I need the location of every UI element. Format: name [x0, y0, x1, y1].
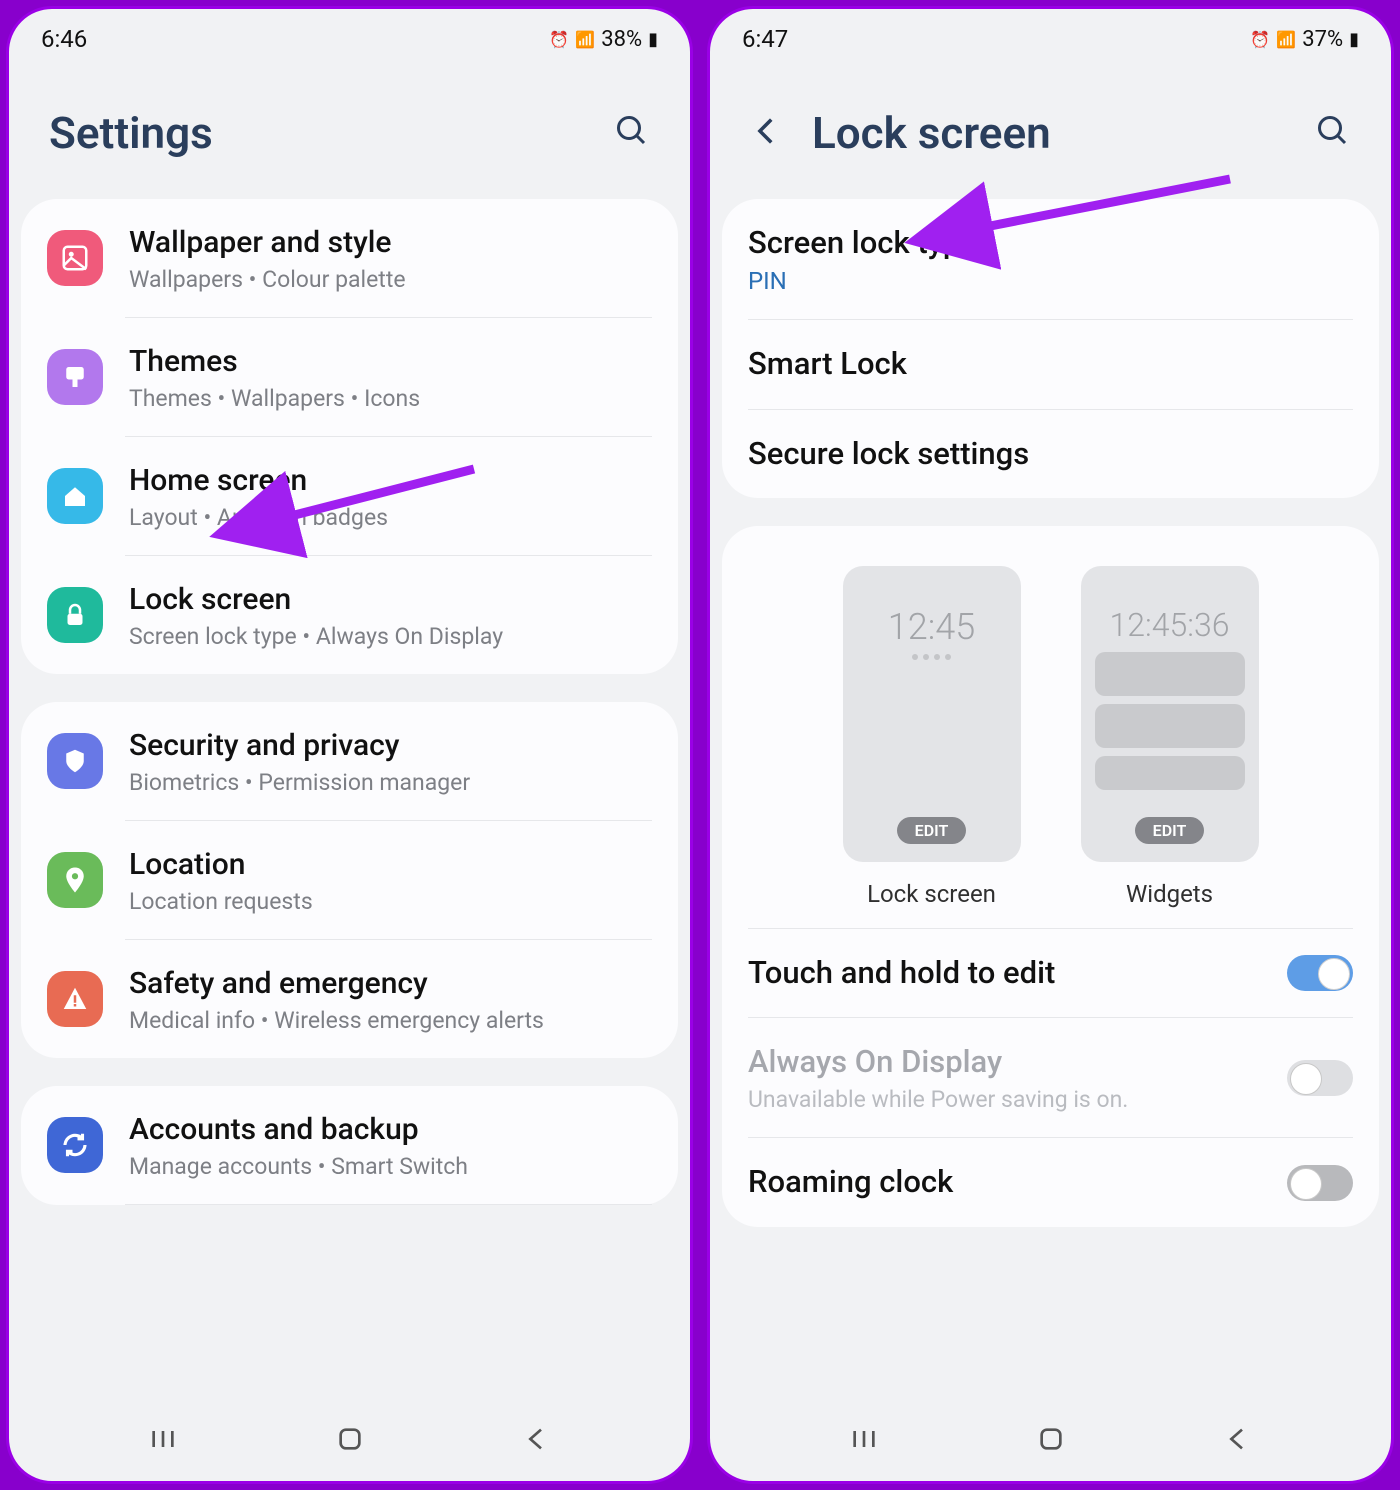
nav-bar [9, 1401, 690, 1481]
settings-row-security[interactable]: Security and privacy Biometrics • Permiss… [47, 702, 652, 820]
row-touch-hold-edit[interactable]: Touch and hold to edit [748, 929, 1353, 1017]
row-title: Smart Lock [748, 344, 1353, 384]
pin-icon [47, 852, 103, 908]
row-title: Safety and emergency [129, 964, 652, 1003]
settings-list: Wallpaper and style Wallpapers • Colour p… [9, 199, 690, 1401]
row-title: Wallpaper and style [129, 223, 652, 262]
alert-icon [47, 971, 103, 1027]
nav-home-button[interactable] [1035, 1423, 1067, 1459]
status-bar: 6:46 ⏰ 📶 38% ▮ [9, 9, 690, 57]
preview-row: 12:45 EDIT Lock screen 12:45:36 EDIT Wid… [748, 526, 1353, 928]
row-smart-lock[interactable]: Smart Lock [748, 320, 1353, 408]
toggle-touch-hold[interactable] [1287, 955, 1353, 991]
row-title: Screen lock type [748, 223, 1353, 263]
sync-icon [47, 1117, 103, 1173]
row-sub: Wallpapers • Colour palette [129, 266, 652, 293]
page-title: Lock screen [812, 107, 1287, 159]
edit-button[interactable]: EDIT [1135, 817, 1205, 844]
lock-settings-group: Screen lock type PIN Smart Lock Secure lo… [722, 199, 1379, 498]
row-title: Location [129, 845, 652, 884]
image-icon [47, 230, 103, 286]
preview-label: Widgets [1126, 880, 1213, 908]
row-sub: Unavailable while Power saving is on. [748, 1086, 1261, 1113]
status-time: 6:46 [41, 25, 87, 53]
battery-icon: ▮ [1349, 29, 1359, 50]
nav-home-button[interactable] [334, 1423, 366, 1459]
preview-time: 12:45:36 [1110, 606, 1230, 644]
settings-row-accounts[interactable]: Accounts and backup Manage accounts • Sma… [47, 1086, 652, 1204]
row-title: Touch and hold to edit [748, 953, 1261, 993]
nav-recent-button[interactable] [147, 1423, 179, 1459]
settings-row-lock-screen[interactable]: Lock screen Screen lock type • Always On … [47, 556, 652, 674]
nav-back-button[interactable] [521, 1423, 553, 1459]
row-secure-lock-settings[interactable]: Secure lock settings [748, 410, 1353, 498]
home-icon [47, 468, 103, 524]
search-button[interactable] [614, 113, 650, 153]
row-title: Always On Display [748, 1042, 1261, 1082]
row-sub: Location requests [129, 888, 652, 915]
status-bar: 6:47 ⏰ 📶 37% ▮ [710, 9, 1391, 57]
preview-label: Lock screen [867, 880, 996, 908]
settings-row-wallpaper[interactable]: Wallpaper and style Wallpapers • Colour p… [47, 199, 652, 317]
phone-settings: 6:46 ⏰ 📶 38% ▮ Settings Wallpaper and st… [6, 6, 693, 1484]
toggle-aod [1287, 1060, 1353, 1096]
row-sub: Biometrics • Permission manager [129, 769, 652, 796]
row-sub: Manage accounts • Smart Switch [129, 1153, 652, 1180]
status-time: 6:47 [742, 25, 788, 53]
row-sub: Medical info • Wireless emergency alerts [129, 1007, 652, 1034]
row-always-on-display: Always On Display Unavailable while Power… [748, 1018, 1353, 1137]
row-title: Secure lock settings [748, 434, 1353, 474]
preview-lock-screen[interactable]: 12:45 EDIT Lock screen [843, 566, 1021, 908]
battery-text: 38% [601, 27, 642, 52]
row-title: Home screen [129, 461, 652, 500]
row-title: Themes [129, 342, 652, 381]
battery-icon: ▮ [648, 29, 658, 50]
row-sub: Themes • Wallpapers • Icons [129, 385, 652, 412]
settings-row-location[interactable]: Location Location requests [47, 821, 652, 939]
row-title: Accounts and backup [129, 1110, 652, 1149]
back-button[interactable] [750, 114, 784, 152]
settings-row-themes[interactable]: Themes Themes • Wallpapers • Icons [47, 318, 652, 436]
nav-back-button[interactable] [1222, 1423, 1254, 1459]
settings-row-home[interactable]: Home screen Layout • App icon badges [47, 437, 652, 555]
phone-lock-screen: 6:47 ⏰ 📶 37% ▮ Lock screen Screen lock t… [707, 6, 1394, 1484]
status-right: ⏰ 📶 37% ▮ [1250, 27, 1359, 52]
page-title: Settings [49, 107, 586, 159]
status-right: ⏰ 📶 38% ▮ [549, 27, 658, 52]
settings-row-safety[interactable]: Safety and emergency Medical info • Wirel… [47, 940, 652, 1058]
battery-text: 37% [1302, 27, 1343, 52]
preview-widgets[interactable]: 12:45:36 EDIT Widgets [1081, 566, 1259, 908]
lock-screen-list: Screen lock type PIN Smart Lock Secure lo… [710, 199, 1391, 1401]
alarm-icon: ⏰ [1250, 30, 1270, 49]
row-sub: PIN [748, 267, 1353, 295]
alarm-icon: ⏰ [549, 30, 569, 49]
row-roaming-clock[interactable]: Roaming clock [748, 1138, 1353, 1226]
edit-button[interactable]: EDIT [897, 817, 967, 844]
row-title: Roaming clock [748, 1162, 1261, 1202]
row-sub: Layout • App icon badges [129, 504, 652, 531]
toggle-roaming-clock[interactable] [1287, 1165, 1353, 1201]
settings-group: Accounts and backup Manage accounts • Sma… [21, 1086, 678, 1205]
nav-bar [710, 1401, 1391, 1481]
row-title: Security and privacy [129, 726, 652, 765]
preview-and-toggles: 12:45 EDIT Lock screen 12:45:36 EDIT Wid… [722, 526, 1379, 1227]
page-header: Settings [9, 57, 690, 199]
settings-group: Security and privacy Biometrics • Permiss… [21, 702, 678, 1058]
row-title: Lock screen [129, 580, 652, 619]
shield-icon [47, 733, 103, 789]
page-header: Lock screen [710, 57, 1391, 199]
wifi-icon: 📶 [1276, 30, 1296, 49]
lock-icon [47, 587, 103, 643]
search-button[interactable] [1315, 113, 1351, 153]
row-sub: Screen lock type • Always On Display [129, 623, 652, 650]
row-screen-lock-type[interactable]: Screen lock type PIN [748, 199, 1353, 319]
wifi-icon: 📶 [575, 30, 595, 49]
nav-recent-button[interactable] [848, 1423, 880, 1459]
preview-time: 12:45 [888, 606, 975, 648]
settings-group: Wallpaper and style Wallpapers • Colour p… [21, 199, 678, 674]
brush-icon [47, 349, 103, 405]
